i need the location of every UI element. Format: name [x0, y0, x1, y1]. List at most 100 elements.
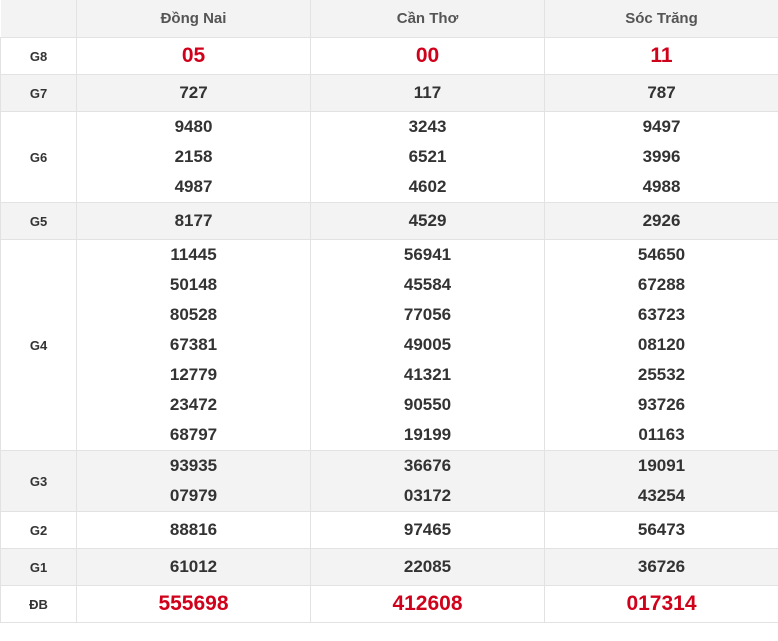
results-body: G8 05 00 11 G7 727 117 787 G6 9480 2158 4987 3243 652…	[0, 37, 778, 623]
result-number: 77056	[403, 305, 452, 324]
result-cell: 11445 50148 80528 67381 12779 23472 68797	[76, 239, 311, 451]
result-cell: 3243 6521 4602	[310, 111, 545, 203]
result-cell: 412608	[310, 585, 545, 623]
result-number: 12779	[169, 365, 218, 384]
result-cell: 117	[310, 74, 545, 112]
result-cell: 97465	[310, 511, 545, 549]
province-header-dong-nai[interactable]: Đồng Nai	[76, 0, 311, 38]
result-cell: 555698	[76, 585, 311, 623]
result-number: 727	[179, 83, 208, 102]
result-number: 43254	[637, 486, 686, 505]
result-number: 97465	[403, 520, 452, 539]
province-header-can-tho[interactable]: Cần Thơ	[310, 0, 545, 38]
result-number: 2158	[174, 147, 213, 166]
result-cell: 9480 2158 4987	[76, 111, 311, 203]
result-cell: 19091 43254	[544, 450, 778, 512]
result-cell: 00	[310, 37, 545, 75]
result-cell: 61012	[76, 548, 311, 586]
prize-label: G2	[0, 511, 77, 549]
result-cell: 56473	[544, 511, 778, 549]
prize-label: G6	[0, 111, 77, 203]
result-number: 56473	[637, 520, 686, 539]
prize-label: G7	[0, 74, 77, 112]
result-number: 8177	[174, 211, 213, 230]
result-number: 36676	[403, 456, 452, 475]
result-cell: 727	[76, 74, 311, 112]
result-number: 05	[181, 44, 206, 67]
header-blank-cell	[0, 0, 77, 38]
result-number: 54650	[637, 245, 686, 264]
header-row: Đồng Nai Cần Thơ Sóc Trăng	[0, 0, 778, 38]
result-number: 3996	[642, 147, 681, 166]
result-number: 36726	[637, 557, 686, 576]
prize-label: G4	[0, 239, 77, 451]
lottery-results-table: Đồng Nai Cần Thơ Sóc Trăng G8 05 00 11 G7 727…	[0, 0, 778, 623]
prize-row-g5: G5 8177 4529 2926	[0, 202, 778, 240]
prize-label: G3	[0, 450, 77, 512]
result-number: 45584	[403, 275, 452, 294]
prize-row-g2: G2 88816 97465 56473	[0, 511, 778, 549]
result-cell: 93935 07979	[76, 450, 311, 512]
result-number: 2926	[642, 211, 681, 230]
prize-row-g3: G3 93935 07979 36676 03172 19091 43254	[0, 450, 778, 512]
result-number: 787	[647, 83, 676, 102]
prize-row-g7: G7 727 117 787	[0, 74, 778, 112]
result-number: 9497	[642, 117, 681, 136]
prize-row-g4: G4 11445 50148 80528 67381 12779 23472 68797 569…	[0, 239, 778, 451]
prize-row-g1: G1 61012 22085 36726	[0, 548, 778, 586]
result-number: 61012	[169, 557, 218, 576]
result-number: 4988	[642, 177, 681, 196]
result-number: 19091	[637, 456, 686, 475]
result-number: 19199	[403, 425, 452, 444]
result-number: 25532	[637, 365, 686, 384]
result-number: 67288	[637, 275, 686, 294]
result-number: 01163	[638, 425, 685, 444]
result-cell: 22085	[310, 548, 545, 586]
result-cell: 88816	[76, 511, 311, 549]
result-number: 56941	[403, 245, 452, 264]
result-cell: 36676 03172	[310, 450, 545, 512]
result-number: 22085	[403, 557, 452, 576]
result-number: 11	[650, 44, 673, 67]
result-number: 03172	[403, 486, 452, 505]
result-number: 017314	[626, 592, 697, 615]
result-number: 08120	[637, 335, 686, 354]
result-cell: 787	[544, 74, 778, 112]
result-cell: 05	[76, 37, 311, 75]
province-header-soc-trang[interactable]: Sóc Trăng	[544, 0, 778, 38]
result-cell: 8177	[76, 202, 311, 240]
result-number: 49005	[403, 335, 452, 354]
result-number: 9480	[174, 117, 213, 136]
result-number: 117	[413, 83, 442, 102]
result-number: 4602	[408, 177, 447, 196]
result-number: 93726	[637, 395, 686, 414]
result-number: 11445	[170, 245, 217, 264]
prize-label: G5	[0, 202, 77, 240]
result-number: 00	[415, 44, 440, 67]
result-cell: 54650 67288 63723 08120 25532 93726 01163	[544, 239, 778, 451]
result-number: 4529	[408, 211, 447, 230]
result-number: 63723	[637, 305, 686, 324]
result-number: 80528	[169, 305, 218, 324]
result-number: 88816	[169, 520, 218, 539]
result-number: 90550	[403, 395, 452, 414]
prize-label: G1	[0, 548, 77, 586]
prize-row-g8: G8 05 00 11	[0, 37, 778, 75]
result-number: 41321	[403, 365, 452, 384]
result-number: 93935	[169, 456, 218, 475]
result-number: 07979	[169, 486, 218, 505]
result-number: 50148	[169, 275, 218, 294]
result-cell: 56941 45584 77056 49005 41321 90550 19199	[310, 239, 545, 451]
prize-label: ĐB	[0, 585, 77, 623]
result-cell: 11	[544, 37, 778, 75]
result-number: 3243	[408, 117, 447, 136]
result-number: 412608	[392, 592, 463, 615]
prize-row-g6: G6 9480 2158 4987 3243 6521 4602 9497 3996 4988	[0, 111, 778, 203]
result-number: 23472	[169, 395, 218, 414]
prize-label: G8	[0, 37, 77, 75]
result-number: 4987	[174, 177, 213, 196]
result-cell: 2926	[544, 202, 778, 240]
result-cell: 017314	[544, 585, 778, 623]
result-number: 6521	[408, 147, 447, 166]
result-cell: 9497 3996 4988	[544, 111, 778, 203]
